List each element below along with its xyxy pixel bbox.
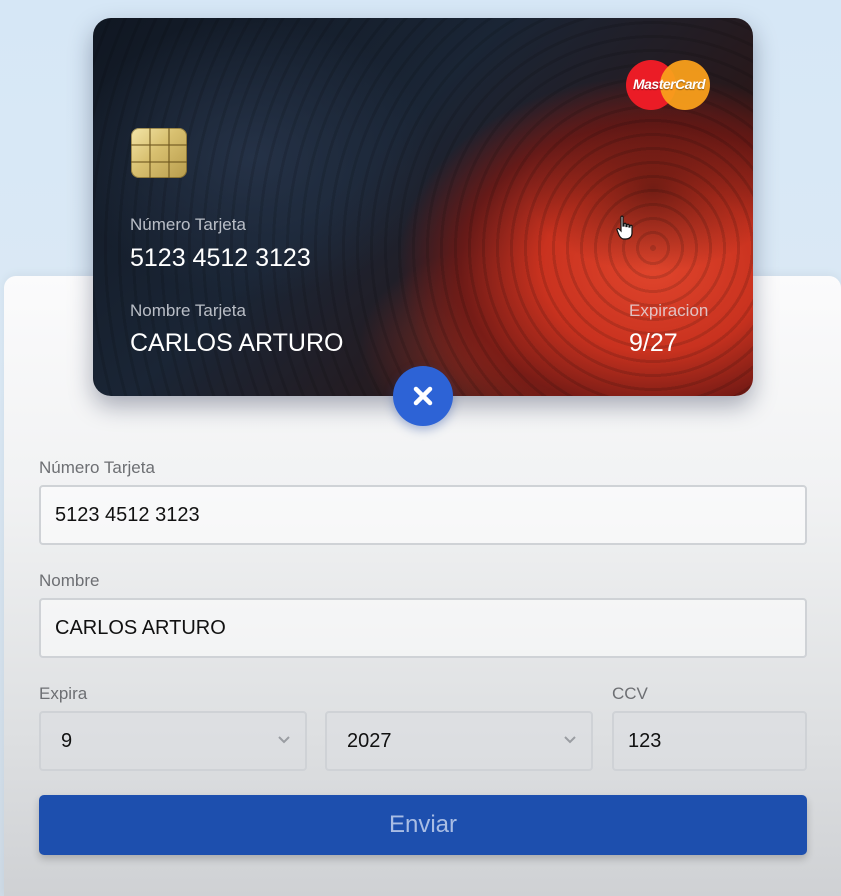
card-name-label: Nombre Tarjeta <box>130 301 246 320</box>
ccv-field-label: CCV <box>612 684 648 703</box>
chevron-down-icon <box>564 736 576 744</box>
card-number-label: Número Tarjeta <box>130 215 246 234</box>
ccv-input[interactable]: 123 <box>612 711 807 771</box>
card-expiry-value: 9/27 <box>629 329 678 357</box>
expiry-year-value: 2027 <box>347 730 392 752</box>
expiry-month-value: 9 <box>61 730 73 752</box>
expiry-year-select[interactable]: 2027 <box>325 711 593 771</box>
hand-cursor-icon <box>616 215 633 240</box>
close-icon <box>413 386 433 406</box>
card-name-value: CARLOS ARTURO <box>130 329 344 357</box>
chevron-down-icon <box>278 736 290 744</box>
card-chip-icon <box>131 128 187 178</box>
submit-button[interactable]: Enviar <box>39 795 807 855</box>
mastercard-logo: MasterCard <box>626 60 712 110</box>
flip-card-button[interactable] <box>393 366 453 426</box>
card-number-input[interactable]: 5123 4512 3123 <box>39 485 807 545</box>
credit-card-preview[interactable]: MasterCard Número Tarjeta 5123 4512 3123… <box>93 18 753 396</box>
name-input[interactable]: CARLOS ARTURO <box>39 598 807 658</box>
card-number-value: 5123 4512 3123 <box>130 244 311 272</box>
expiry-month-select[interactable]: 9 <box>39 711 307 771</box>
card-number-field-label: Número Tarjeta <box>39 458 155 477</box>
expiry-field-label: Expira <box>39 684 88 703</box>
card-expiry-label: Expiracion <box>629 301 709 320</box>
name-field-label: Nombre <box>39 571 100 590</box>
